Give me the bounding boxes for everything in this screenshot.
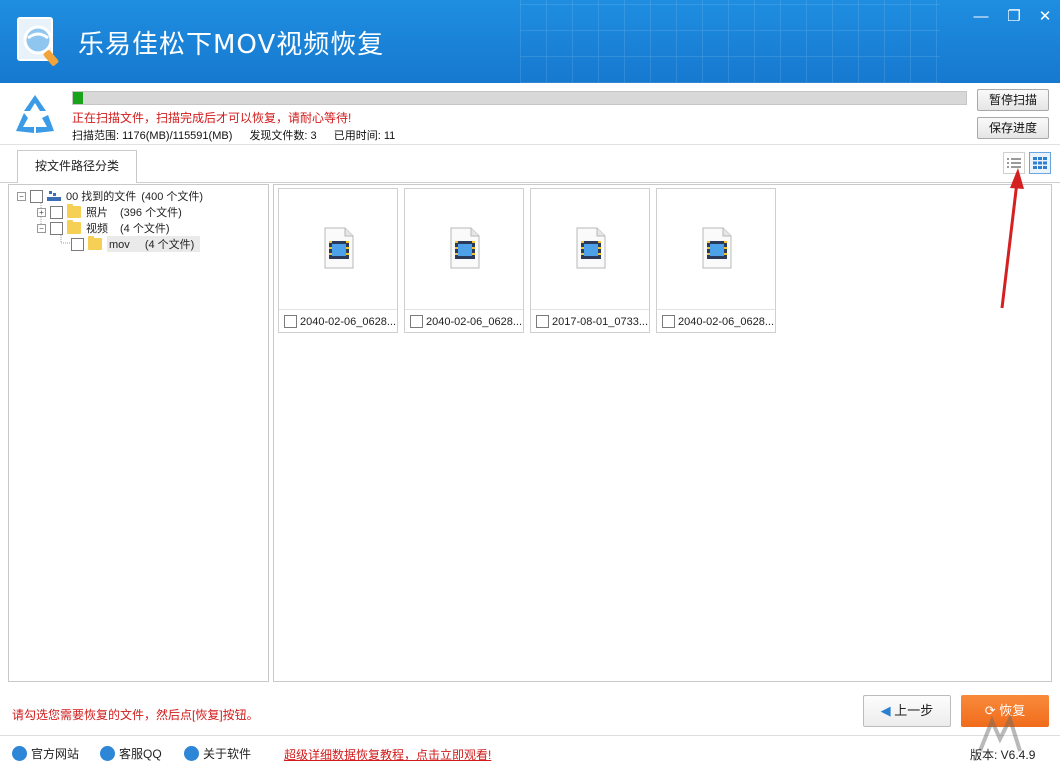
tutorial-link[interactable]: 超级详细数据恢复教程，点击立即观看!	[284, 746, 491, 763]
mov-checkbox[interactable]	[71, 237, 84, 251]
tree-item-videos[interactable]: − 视频 (4 个文件)	[37, 220, 170, 236]
found-count: 发现文件数: 3	[249, 130, 317, 142]
file-card[interactable]: 2040-02-06_0628...	[404, 188, 524, 333]
qq-icon	[100, 746, 115, 761]
expand-icon[interactable]: +	[37, 207, 46, 217]
photos-checkbox[interactable]	[50, 205, 63, 219]
file-card-footer: 2040-02-06_0628...	[657, 309, 775, 333]
video-file-icon	[450, 227, 480, 269]
file-thumbnail	[657, 189, 775, 307]
back-label: 上一步	[894, 703, 934, 718]
videos-checkbox[interactable]	[50, 221, 63, 235]
collapse-icon[interactable]: −	[37, 223, 46, 233]
file-name: 2040-02-06_0628...	[426, 315, 523, 328]
website-label: 官方网站	[31, 747, 80, 761]
file-checkbox[interactable]	[410, 315, 423, 328]
recover-hint: 请勾选您需要恢复的文件，然后点[恢复]按钮。	[12, 708, 259, 722]
back-button[interactable]: ◀ 上一步	[863, 695, 951, 727]
annotation-arrow	[1000, 168, 1024, 309]
save-progress-button[interactable]: 保存进度	[977, 117, 1049, 139]
file-name: 2040-02-06_0628...	[300, 315, 397, 328]
scan-panel: 正在扫描文件，扫描完成后才可以恢复，请耐心等待! 扫描范围: 1176(MB)/…	[0, 83, 1060, 145]
folder-icon	[67, 220, 81, 234]
footer: 官方网站 客服QQ 关于软件 超级详细数据恢复教程，点击立即观看! 版本: V6…	[0, 735, 1060, 768]
about-label: 关于软件	[203, 747, 252, 761]
app-title: 乐易佳松下MOV视频恢复	[78, 30, 385, 60]
arrow-left-icon: ◀	[880, 703, 891, 718]
collapse-icon[interactable]: −	[17, 191, 26, 201]
file-card[interactable]: 2017-08-01_0733...	[530, 188, 650, 333]
scan-progress-fill	[73, 92, 83, 104]
scan-info: 扫描范围: 1176(MB)/115591(MB) 发现文件数: 3 已用时间:…	[72, 127, 409, 143]
photos-count: (396 个文件)	[120, 207, 182, 219]
tree-root-checkbox[interactable]	[30, 189, 43, 203]
about-link[interactable]: 关于软件	[184, 745, 251, 762]
tab-divider	[0, 182, 1060, 183]
mov-selected: mov (4 个文件)	[107, 236, 201, 252]
videos-label: 视频	[86, 223, 108, 235]
file-thumbnail	[405, 189, 523, 307]
videos-count: (4 个文件)	[120, 223, 170, 235]
tree-root-count: (400 个文件)	[141, 191, 204, 203]
mov-label: mov	[109, 239, 130, 251]
scan-status-text: 正在扫描文件，扫描完成后才可以恢复，请耐心等待!	[72, 111, 352, 125]
drive-icon	[47, 191, 61, 201]
file-card-footer: 2040-02-06_0628...	[405, 309, 523, 333]
file-name: 2017-08-01_0733...	[552, 315, 649, 328]
file-tree: − 00 找到的文件 (400 个文件) + 照片 (396 个文件) − 视频…	[8, 184, 269, 682]
grid-view-button[interactable]	[1029, 152, 1051, 174]
file-checkbox[interactable]	[284, 315, 297, 328]
qq-link[interactable]: 客服QQ	[100, 745, 162, 762]
scan-progress-bar	[72, 91, 967, 105]
tree-root-label: 00 找到的文件	[66, 191, 137, 203]
title-decoration	[520, 0, 940, 83]
mov-count: (4 个文件)	[144, 239, 195, 251]
video-file-icon	[324, 227, 354, 269]
file-card[interactable]: 2040-02-06_0628...	[656, 188, 776, 333]
grid-view-icon	[1033, 157, 1047, 169]
scan-range: 扫描范围: 1176(MB)/115591(MB)	[72, 130, 233, 142]
title-bar: 乐易佳松下MOV视频恢复 — ❐ ✕	[0, 0, 1060, 83]
home-icon	[12, 746, 27, 761]
qq-label: 客服QQ	[119, 747, 162, 761]
recycle-scan-icon	[16, 95, 54, 133]
file-name: 2040-02-06_0628...	[678, 315, 775, 328]
maximize-button[interactable]: ❐	[1003, 8, 1025, 26]
folder-icon	[88, 236, 102, 250]
website-link[interactable]: 官方网站	[12, 745, 79, 762]
file-checkbox[interactable]	[536, 315, 549, 328]
folder-icon	[67, 204, 81, 218]
tree-item-mov[interactable]: mov (4 个文件)	[71, 236, 201, 252]
tree-root[interactable]: − 00 找到的文件 (400 个文件)	[17, 188, 203, 204]
app-logo-icon	[17, 17, 59, 66]
minimize-button[interactable]: —	[970, 8, 992, 26]
file-card-footer: 2017-08-01_0733...	[531, 309, 649, 333]
file-checkbox[interactable]	[662, 315, 675, 328]
file-thumbnail	[279, 189, 397, 307]
video-file-icon	[576, 227, 606, 269]
info-icon	[184, 746, 199, 761]
video-file-icon	[702, 227, 732, 269]
tab-file-path[interactable]: 按文件路径分类	[17, 150, 137, 183]
file-thumbnail	[531, 189, 649, 307]
watermark-logo	[978, 713, 1022, 752]
file-grid: 2040-02-06_0628... 2040-02-06_0628... 20	[273, 184, 1052, 682]
elapsed-time: 已用时间: 11	[333, 130, 396, 142]
pause-scan-button[interactable]: 暂停扫描	[977, 89, 1049, 111]
close-button[interactable]: ✕	[1034, 8, 1056, 26]
photos-label: 照片	[86, 207, 108, 219]
file-card[interactable]: 2040-02-06_0628...	[278, 188, 398, 333]
tree-item-photos[interactable]: + 照片 (396 个文件)	[37, 204, 182, 220]
file-card-footer: 2040-02-06_0628...	[279, 309, 397, 333]
